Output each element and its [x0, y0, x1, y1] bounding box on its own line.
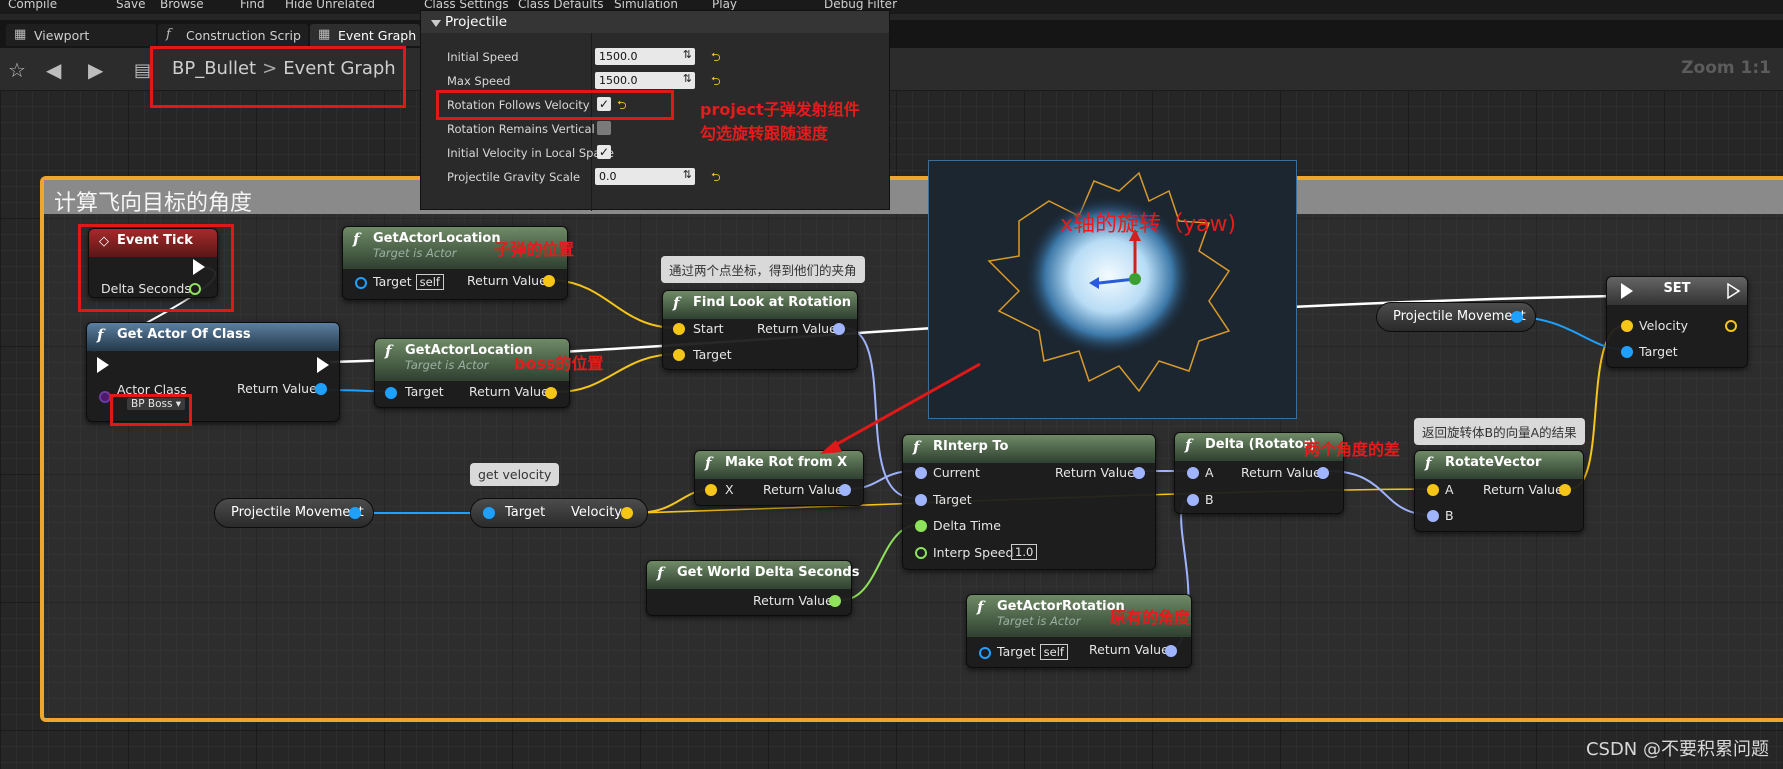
annotation-text: 两个角度的差	[1304, 440, 1401, 459]
annotation-text: 原有的角度	[1110, 608, 1191, 627]
annotation-text: 子弹的位置	[494, 240, 575, 259]
annotation-text: x轴的旋转（yaw)	[1060, 212, 1237, 237]
annotation-arrow	[820, 362, 981, 454]
watermark: CSDN @不要积累问题	[1585, 739, 1769, 760]
annotation-text: 勾选旋转跟随速度	[700, 124, 829, 143]
annotation-text: project子弹发射组件	[700, 100, 860, 119]
annotation-text: boss的位置	[514, 354, 604, 373]
